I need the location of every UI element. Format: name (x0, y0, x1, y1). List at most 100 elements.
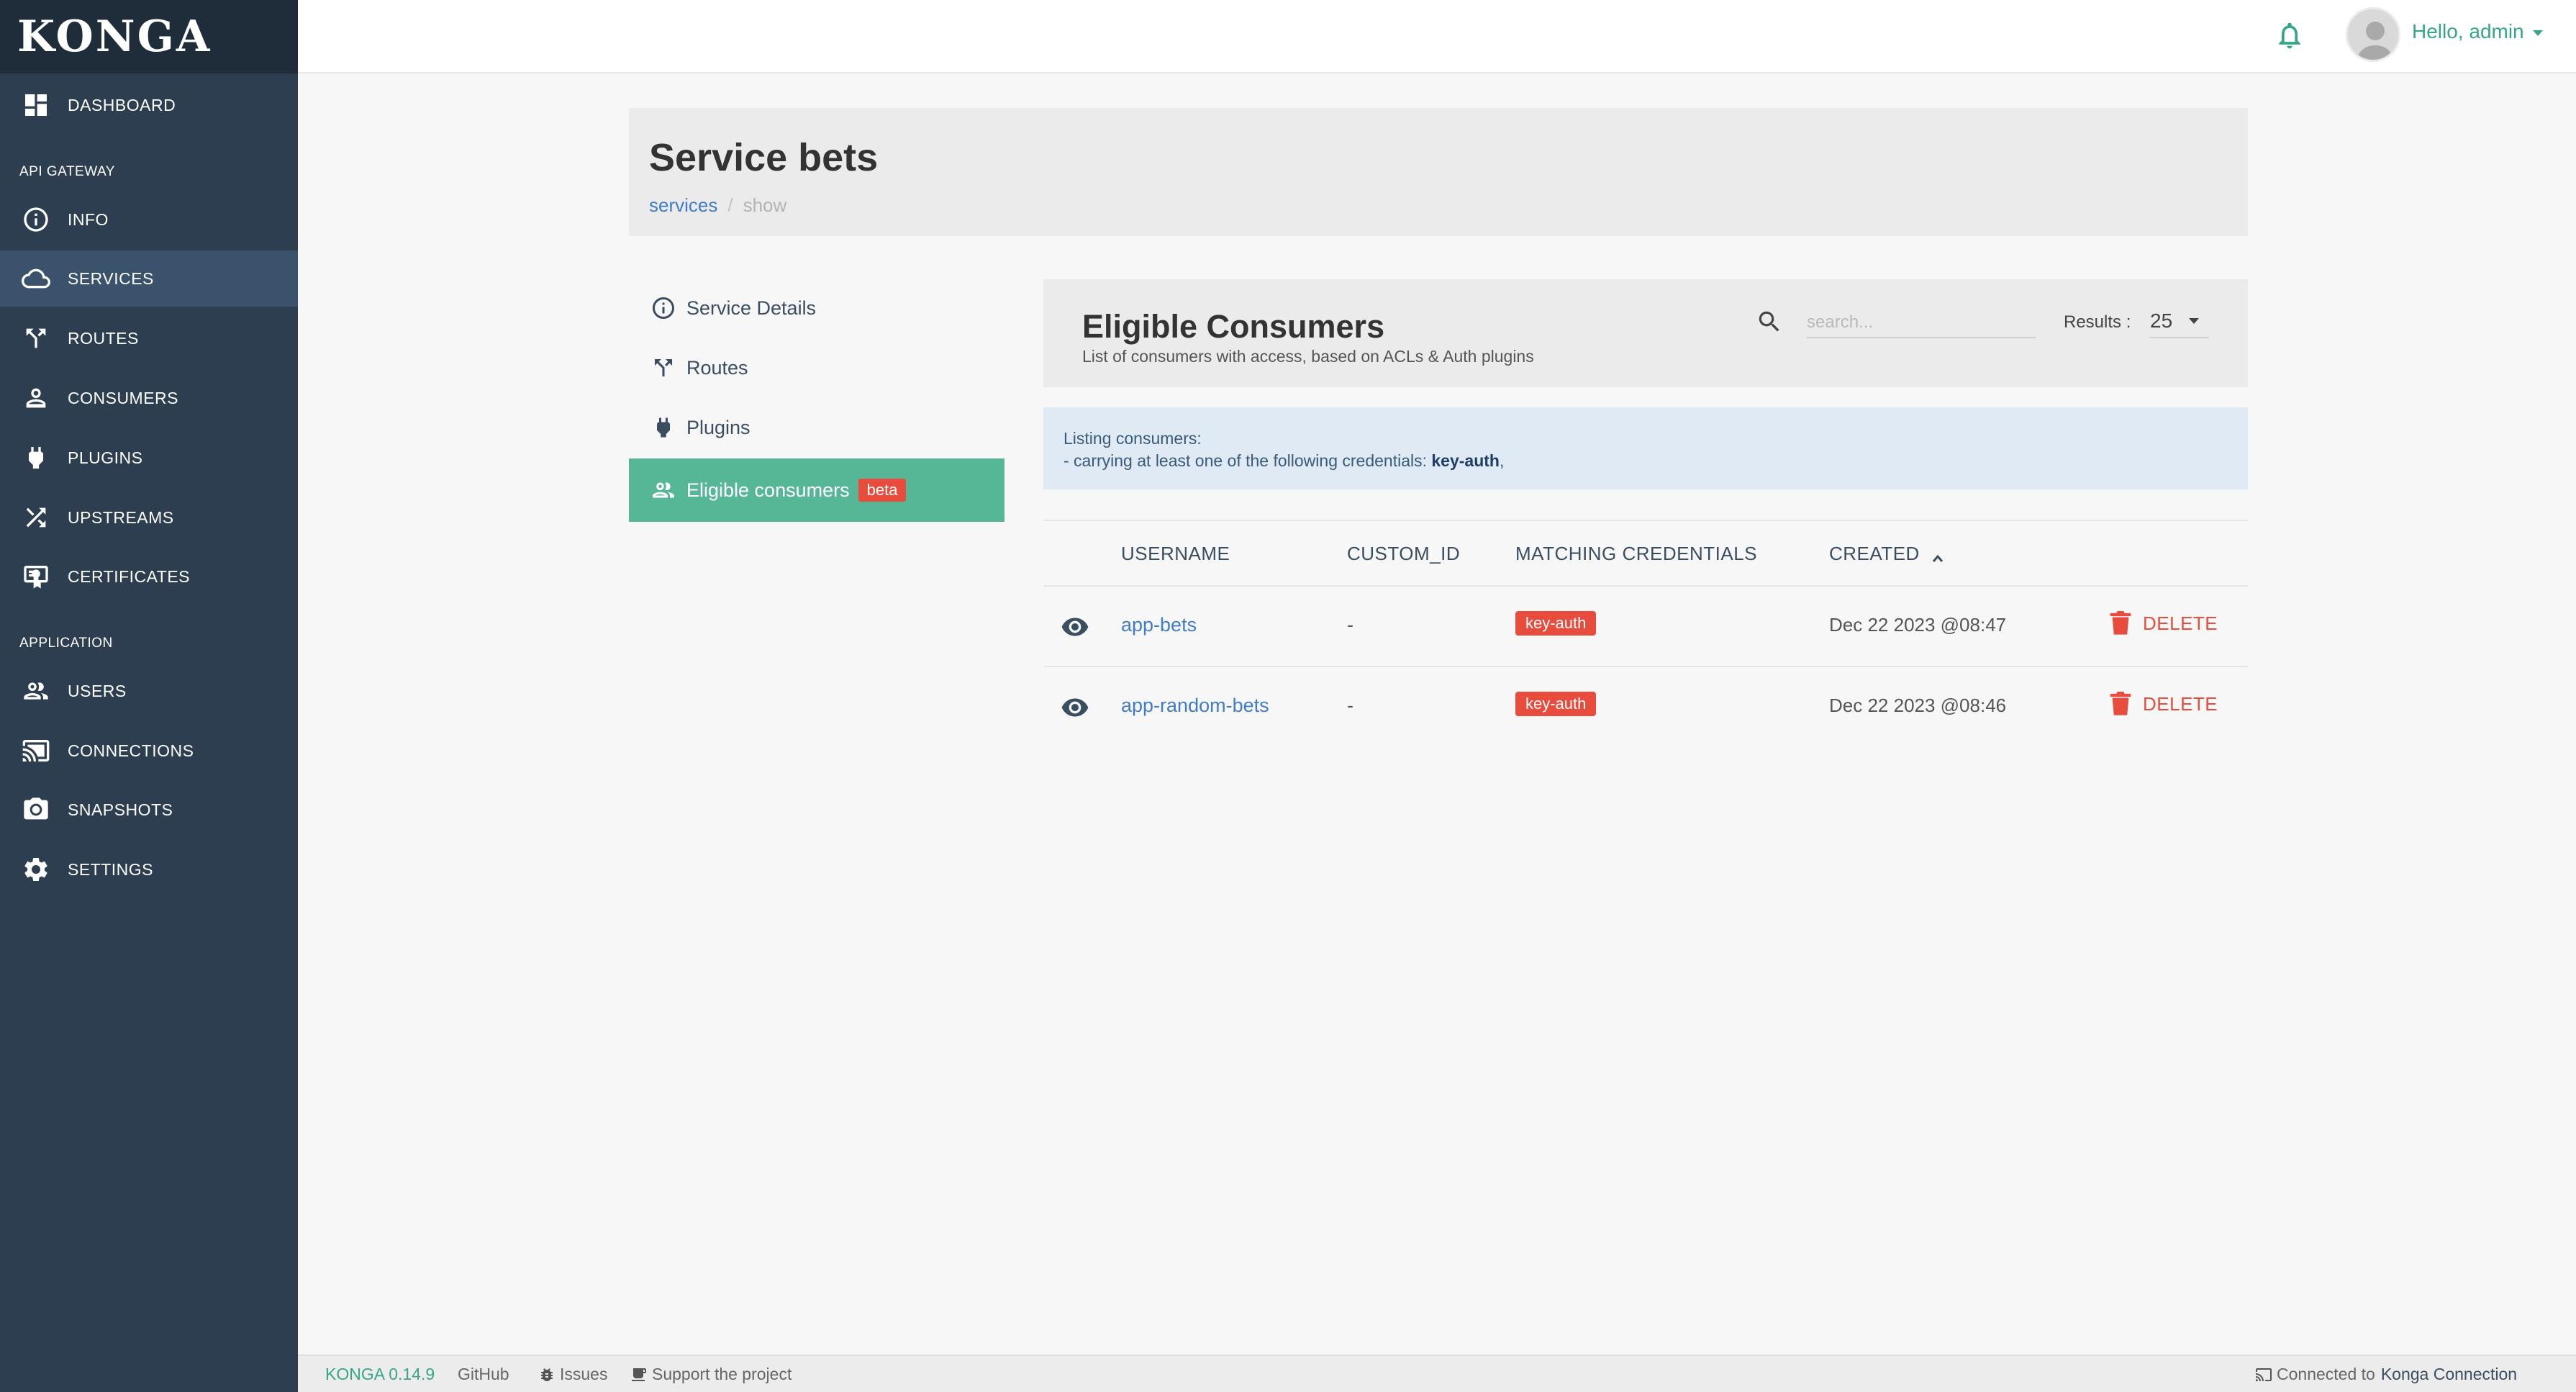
column-header-custom-id[interactable]: CUSTOM_ID (1347, 543, 1460, 565)
sidebar-item-label: CONSUMERS (68, 388, 179, 407)
github-link[interactable]: GitHub (458, 1365, 509, 1384)
certificate-icon (20, 561, 52, 592)
column-header-created[interactable]: CREATED (1829, 543, 1944, 565)
sort-ascending-icon[interactable] (1931, 548, 1944, 563)
username-link[interactable]: app-random-bets (1121, 695, 1269, 717)
issues-link[interactable]: Issues (538, 1365, 607, 1384)
sidebar-item-dashboard[interactable]: DASHBOARD (0, 77, 298, 133)
cloud-icon (20, 263, 52, 294)
custom-id: - (1347, 614, 1353, 636)
top-bar (298, 0, 2576, 73)
chevron-down-icon[interactable] (2533, 30, 2543, 36)
sidebar-item-users[interactable]: USERS (0, 663, 298, 719)
search-input[interactable] (1807, 308, 2036, 338)
menu-service-details[interactable]: Service Details (629, 276, 1004, 340)
sidebar-item-certificates[interactable]: CERTIFICATES (0, 548, 298, 605)
plug-icon (649, 413, 678, 442)
delete-button[interactable]: DELETE (2110, 611, 2218, 636)
dashboard-icon (20, 89, 52, 121)
info-line-1: Listing consumers: (1063, 429, 1202, 448)
sidebar-item-label: ROUTES (68, 328, 139, 348)
coffee-icon (632, 1368, 646, 1381)
gear-icon (20, 854, 52, 885)
plug-icon (20, 442, 52, 474)
info-line-2-suffix: , (1499, 451, 1505, 470)
sidebar-item-label: CERTIFICATES (68, 566, 190, 586)
menu-label: Routes (686, 356, 748, 379)
sidebar-item-label: INFO (68, 209, 109, 229)
sidebar-item-label: SERVICES (68, 268, 154, 288)
results-per-page-select[interactable]: 25 (2150, 305, 2209, 338)
breadcrumb: services / show (649, 194, 786, 217)
info-line-2-prefix: - carrying at least one of the following… (1063, 451, 1427, 470)
credential-badge: key-auth (1515, 692, 1597, 716)
sidebar-item-consumers[interactable]: CONSUMERS (0, 370, 298, 426)
sidebar-item-info[interactable]: INFO (0, 191, 298, 248)
sidebar-item-services[interactable]: SERVICES (0, 250, 298, 307)
search-icon[interactable] (1756, 308, 1784, 337)
bell-icon[interactable] (2274, 19, 2308, 54)
issues-label: Issues (560, 1365, 608, 1383)
results-value: 25 (2150, 309, 2173, 332)
info-icon (20, 204, 52, 235)
sidebar-item-snapshots[interactable]: SNAPSHOTS (0, 782, 298, 838)
breadcrumb-services-link[interactable]: services (649, 194, 717, 216)
menu-plugins[interactable]: Plugins (629, 396, 1004, 459)
trash-icon (2110, 611, 2131, 635)
sidebar-item-upstreams[interactable]: UPSTREAMS (0, 489, 298, 546)
chevron-down-icon (2189, 318, 2199, 324)
delete-button[interactable]: DELETE (2110, 692, 2218, 716)
table-divider (1043, 520, 2248, 521)
sidebar-item-label: CONNECTIONS (68, 741, 194, 760)
sidebar-item-label: PLUGINS (68, 448, 143, 467)
eye-icon[interactable] (1059, 613, 1091, 641)
delete-label: DELETE (2143, 612, 2218, 634)
section-application: APPLICATION (19, 636, 113, 651)
support-label: Support the project (652, 1365, 792, 1383)
info-line-2: - carrying at least one of the following… (1063, 450, 2248, 472)
section-api-gateway: API GATEWAY (19, 164, 115, 179)
credential-badge: key-auth (1515, 611, 1597, 636)
routes-icon (20, 322, 52, 354)
panel-header: Eligible Consumers List of consumers wit… (1043, 279, 2248, 387)
menu-routes[interactable]: Routes (629, 336, 1004, 399)
info-box: Listing consumers: - carrying at least o… (1043, 407, 2248, 489)
breadcrumb-separator: / (727, 194, 733, 216)
results-label: Results : (2064, 312, 2131, 332)
panel-subtitle: List of consumers with access, based on … (1082, 347, 1534, 366)
menu-label: Eligible consumers (686, 479, 850, 501)
version-label: KONGA 0.14.9 (325, 1365, 435, 1383)
sidebar-item-label: USERS (68, 681, 127, 700)
sidebar-item-settings[interactable]: SETTINGS (0, 841, 298, 898)
sidebar-item-plugins[interactable]: PLUGINS (0, 430, 298, 486)
avatar[interactable] (2346, 7, 2400, 62)
connection-status[interactable]: Connected to Konga Connection (2255, 1365, 2517, 1384)
sidebar-item-label: UPSTREAMS (68, 507, 174, 527)
username-link[interactable]: app-bets (1121, 614, 1197, 636)
table-row: app-random-bets - key-auth Dec 22 2023 @… (1043, 666, 2248, 746)
menu-eligible-consumers[interactable]: Eligible consumers beta (629, 458, 1004, 522)
sidebar-item-routes[interactable]: ROUTES (0, 310, 298, 366)
connected-prefix: Connected to (2277, 1365, 2375, 1383)
users-icon (649, 476, 678, 505)
column-header-username[interactable]: USERNAME (1121, 543, 1230, 565)
support-link[interactable]: Support the project (630, 1365, 792, 1384)
column-header-matching-credentials[interactable]: MATCHING CREDENTIALS (1515, 543, 1757, 565)
users-icon (20, 675, 52, 707)
camera-icon (20, 794, 52, 826)
credential-keyword: key-auth (1431, 451, 1500, 470)
user-greeting[interactable]: Hello, admin (2412, 20, 2524, 43)
shuffle-icon (20, 502, 52, 533)
eye-icon[interactable] (1059, 693, 1091, 722)
info-icon (649, 294, 678, 322)
beta-badge: beta (858, 479, 907, 502)
trash-icon (2110, 692, 2131, 715)
column-header-label: CREATED (1829, 543, 1920, 564)
page-header: Service bets services / show (629, 108, 2248, 236)
sidebar-item-connections[interactable]: CONNECTIONS (0, 723, 298, 779)
routes-icon (649, 353, 678, 382)
user-icon (20, 382, 52, 414)
konga-logo[interactable]: KONGA (17, 12, 212, 62)
logo-bar: KONGA (0, 0, 298, 73)
sidebar: KONGA DASHBOARD API GATEWAY INFO SERVICE… (0, 0, 298, 1392)
